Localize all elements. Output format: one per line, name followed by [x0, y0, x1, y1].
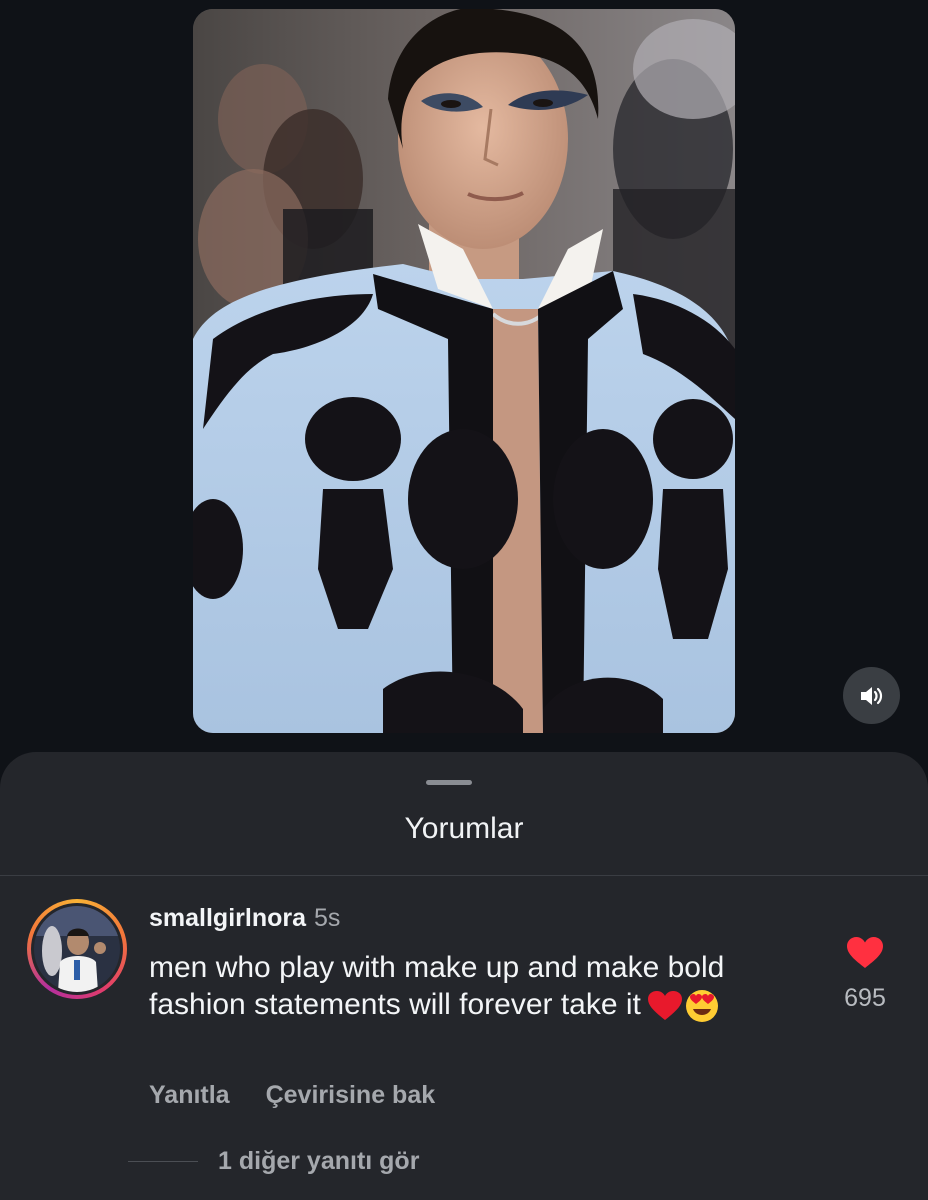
screen: Yorumlar smallgirlnora 5s men who play w…: [0, 0, 928, 1200]
reply-button[interactable]: Yanıtla: [149, 1081, 230, 1109]
sheet-divider: [0, 875, 928, 876]
sheet-grabber[interactable]: [426, 780, 472, 785]
comment-body: men who play with make up and make bold …: [149, 949, 809, 1023]
avatar-story-ring[interactable]: [27, 899, 127, 999]
comments-sheet: Yorumlar smallgirlnora 5s men who play w…: [0, 752, 928, 1200]
comment-time: 5s: [314, 904, 341, 932]
heart-like-icon[interactable]: [846, 936, 884, 970]
replies-divider-line: [128, 1161, 198, 1162]
volume-on-icon: [860, 686, 882, 705]
heart-eyes-emoji: [685, 990, 718, 1023]
comment-actions: Yanıtla Çevirisine bak: [149, 1081, 435, 1110]
sheet-title: Yorumlar: [404, 812, 524, 845]
see-translation-button[interactable]: Çevirisine bak: [266, 1081, 436, 1109]
post-photo: [193, 9, 735, 733]
comment-header: smallgirlnora 5s: [149, 904, 340, 933]
volume-button[interactable]: [843, 667, 900, 724]
like-count: 695: [844, 984, 886, 1012]
comment-text: men who play with make up and make bold …: [149, 951, 725, 1021]
view-more-replies-button[interactable]: 1 diğer yanıtı gör: [218, 1147, 419, 1176]
comment-username[interactable]: smallgirlnora: [149, 904, 306, 932]
post-media[interactable]: [193, 9, 735, 733]
avatar: [34, 906, 120, 992]
red-heart-emoji: [647, 991, 682, 1021]
